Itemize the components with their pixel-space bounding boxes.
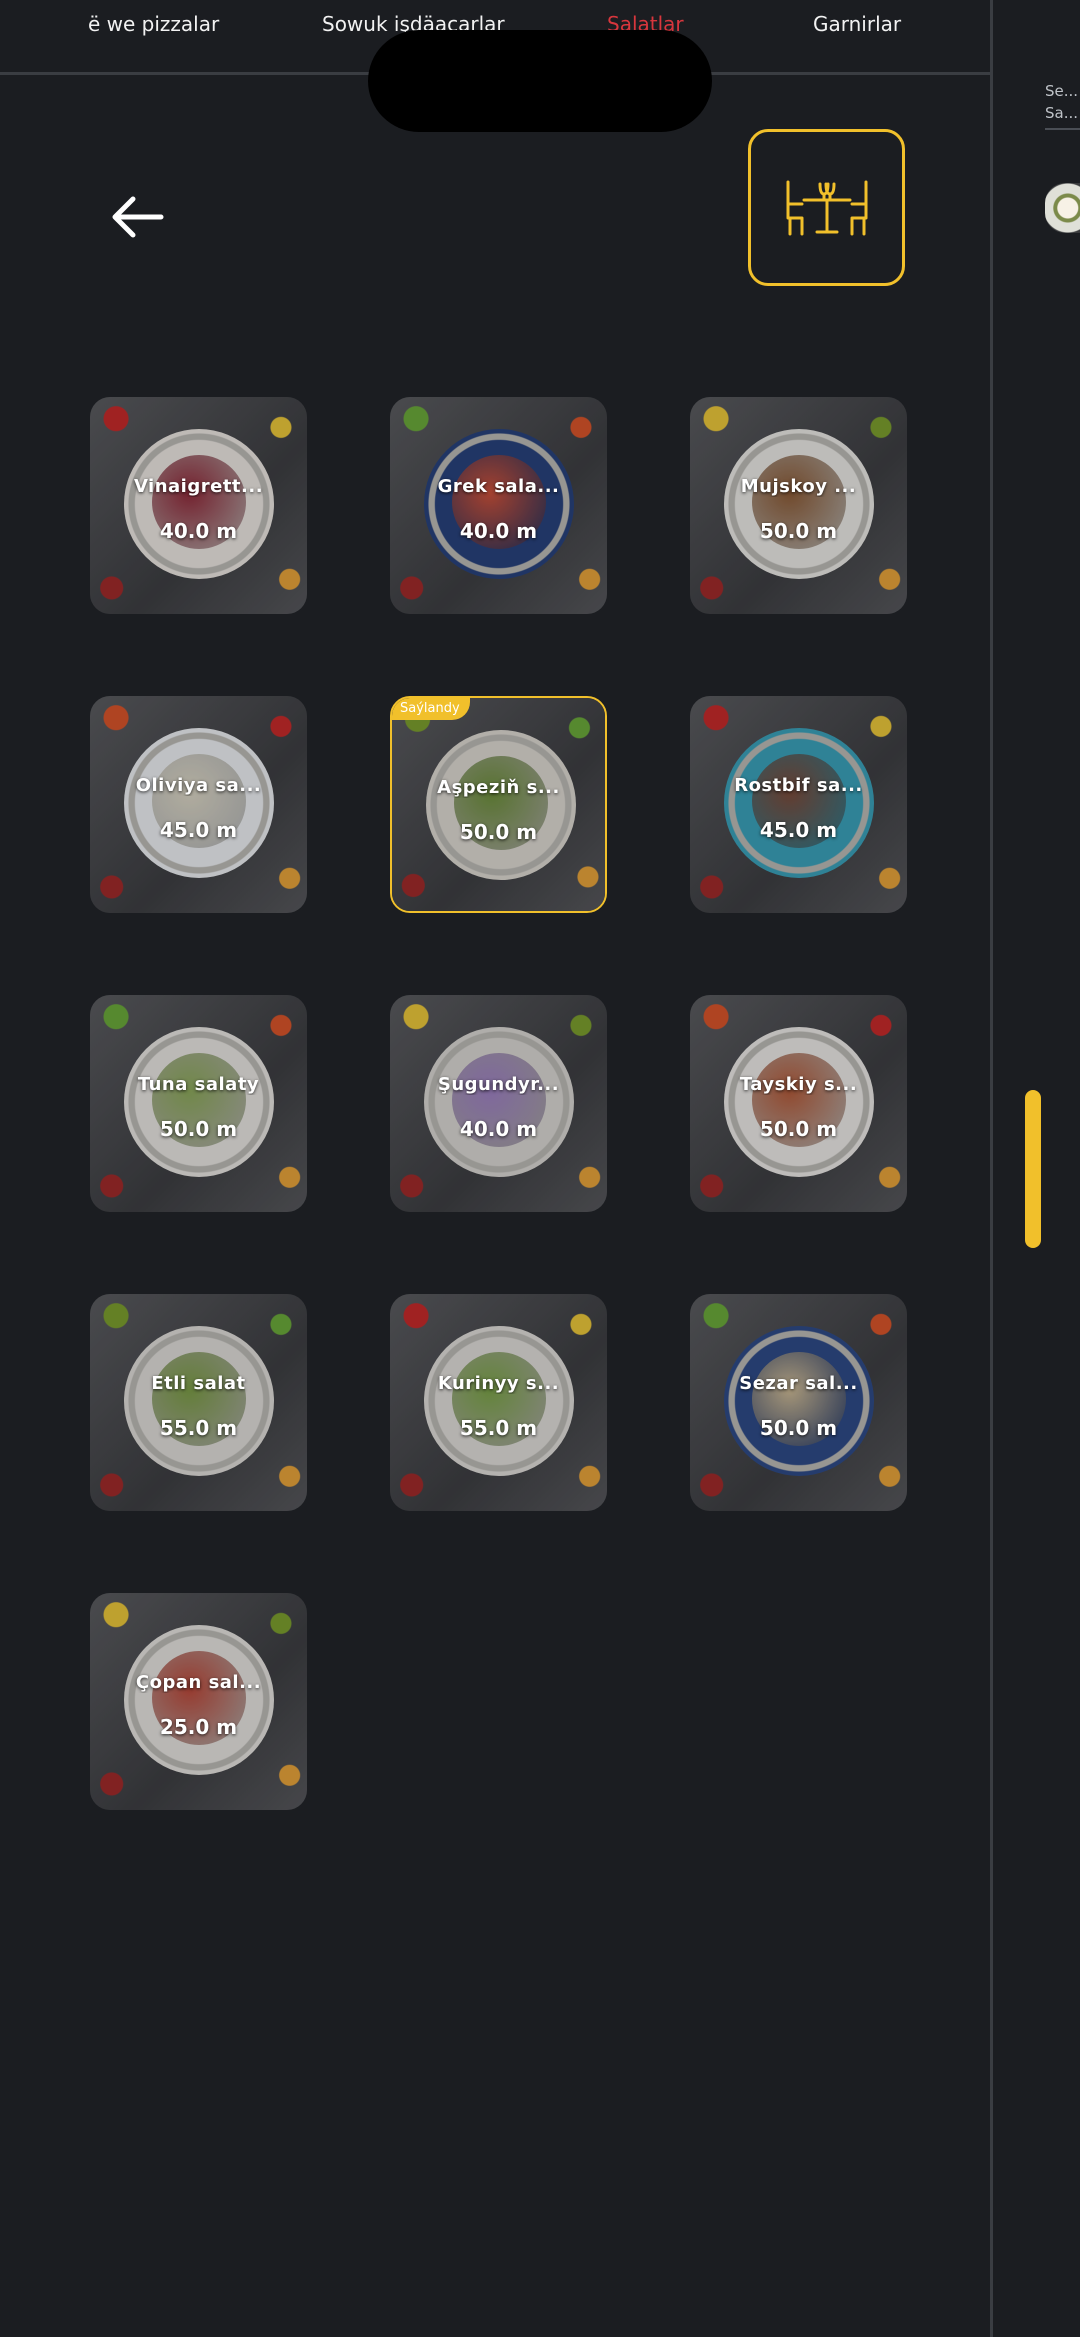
product-name: Şugundyr... <box>437 1074 560 1095</box>
scrollbar-thumb[interactable] <box>1025 1090 1041 1248</box>
tab-pizzas[interactable]: ë we pizzalar <box>88 12 219 36</box>
side-panel-thumbnail[interactable] <box>1045 183 1080 233</box>
product-price: 50.0 m <box>159 1117 238 1141</box>
image-shade <box>390 397 607 614</box>
product-name: Rostbif sa... <box>734 775 863 796</box>
image-shade <box>90 1593 307 1810</box>
image-shade <box>90 397 307 614</box>
product-price: 55.0 m <box>159 1416 238 1440</box>
image-shade <box>392 698 605 911</box>
product-name: Oliviya sa... <box>135 775 262 796</box>
product-card[interactable]: Rostbif sa... 45.0 m <box>690 696 907 913</box>
product-card[interactable]: Tayskiy s... 50.0 m <box>690 995 907 1212</box>
side-panel-line1: Se... <box>1045 82 1079 100</box>
product-name: Aşpeziň s... <box>437 777 560 798</box>
image-shade <box>390 995 607 1212</box>
selected-badge: Saýlandy <box>392 698 470 720</box>
arrow-left-icon <box>112 196 164 238</box>
product-card[interactable]: Sezar sal... 50.0 m <box>690 1294 907 1511</box>
camera-notch <box>368 30 712 132</box>
product-name: Çopan sal... <box>135 1672 262 1693</box>
product-price: 40.0 m <box>459 519 538 543</box>
product-price: 45.0 m <box>159 818 238 842</box>
product-card[interactable]: Oliviya sa... 45.0 m <box>90 696 307 913</box>
image-shade <box>690 397 907 614</box>
product-price: 45.0 m <box>759 818 838 842</box>
product-price: 40.0 m <box>159 519 238 543</box>
image-shade <box>690 696 907 913</box>
image-shade <box>90 995 307 1212</box>
product-card[interactable]: Vinaigrett... 40.0 m <box>90 397 307 614</box>
product-card[interactable]: Kurinyy s... 55.0 m <box>390 1294 607 1511</box>
back-button[interactable] <box>105 185 169 249</box>
side-panel-divider <box>1045 128 1080 130</box>
product-name: Etli salat <box>151 1373 246 1394</box>
table-button[interactable] <box>748 129 905 286</box>
product-price: 50.0 m <box>459 820 538 844</box>
tab-side-dishes[interactable]: Garnirlar <box>813 12 901 36</box>
product-name: Sezar sal... <box>739 1373 858 1394</box>
product-price: 25.0 m <box>159 1715 238 1739</box>
product-price: 40.0 m <box>459 1117 538 1141</box>
product-price: 50.0 m <box>759 519 838 543</box>
product-name: Grek sala... <box>437 476 560 497</box>
product-card[interactable]: Şugundyr... 40.0 m <box>390 995 607 1212</box>
product-name: Vinaigrett... <box>133 476 264 497</box>
image-shade <box>690 995 907 1212</box>
product-price: 50.0 m <box>759 1117 838 1141</box>
side-panel-text: Se... Sa... <box>1045 80 1078 124</box>
product-card[interactable]: Grek sala... 40.0 m <box>390 397 607 614</box>
product-name: Tuna salaty <box>137 1074 260 1095</box>
product-card[interactable]: Mujskoy ... 50.0 m <box>690 397 907 614</box>
product-price: 50.0 m <box>759 1416 838 1440</box>
image-shade <box>390 1294 607 1511</box>
product-card[interactable]: Saýlandy Aşpeziň s... 50.0 m <box>390 696 607 913</box>
product-name: Kurinyy s... <box>437 1373 560 1394</box>
image-shade <box>90 696 307 913</box>
product-name: Tayskiy s... <box>739 1074 858 1095</box>
product-grid: Vinaigrett... 40.0 m Grek sala... 40.0 m… <box>90 397 908 1810</box>
restaurant-table-icon <box>786 180 867 235</box>
side-panel-line2: Sa... <box>1045 104 1079 122</box>
image-shade <box>690 1294 907 1511</box>
product-card[interactable]: Etli salat 55.0 m <box>90 1294 307 1511</box>
product-card[interactable]: Tuna salaty 50.0 m <box>90 995 307 1212</box>
product-price: 55.0 m <box>459 1416 538 1440</box>
image-shade <box>90 1294 307 1511</box>
product-name: Mujskoy ... <box>740 476 857 497</box>
product-card[interactable]: Çopan sal... 25.0 m <box>90 1593 307 1810</box>
